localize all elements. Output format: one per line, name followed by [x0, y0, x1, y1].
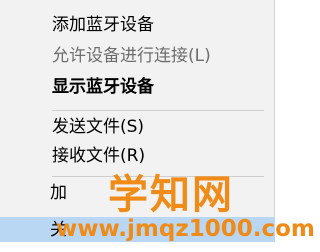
menu-item-send-file[interactable]: 发送文件(S): [52, 112, 144, 142]
menu-item-allow-connection: 允许设备进行连接(L): [52, 46, 211, 66]
menu-item-show-bluetooth-devices[interactable]: 显示蓝牙设备: [52, 72, 154, 102]
menu-item-receive-file[interactable]: 接收文件(R): [52, 141, 145, 171]
watermark-url: www.jmqz1000.com: [56, 216, 315, 242]
watermark-title: 学知网: [108, 172, 234, 218]
menu-bottom-edge: [0, 242, 275, 252]
menu-item-add-bluetooth-device[interactable]: 添加蓝牙设备: [52, 10, 154, 40]
watermark: 学知网 www.jmqz1000.com: [56, 172, 315, 242]
menu-separator: [52, 110, 264, 111]
